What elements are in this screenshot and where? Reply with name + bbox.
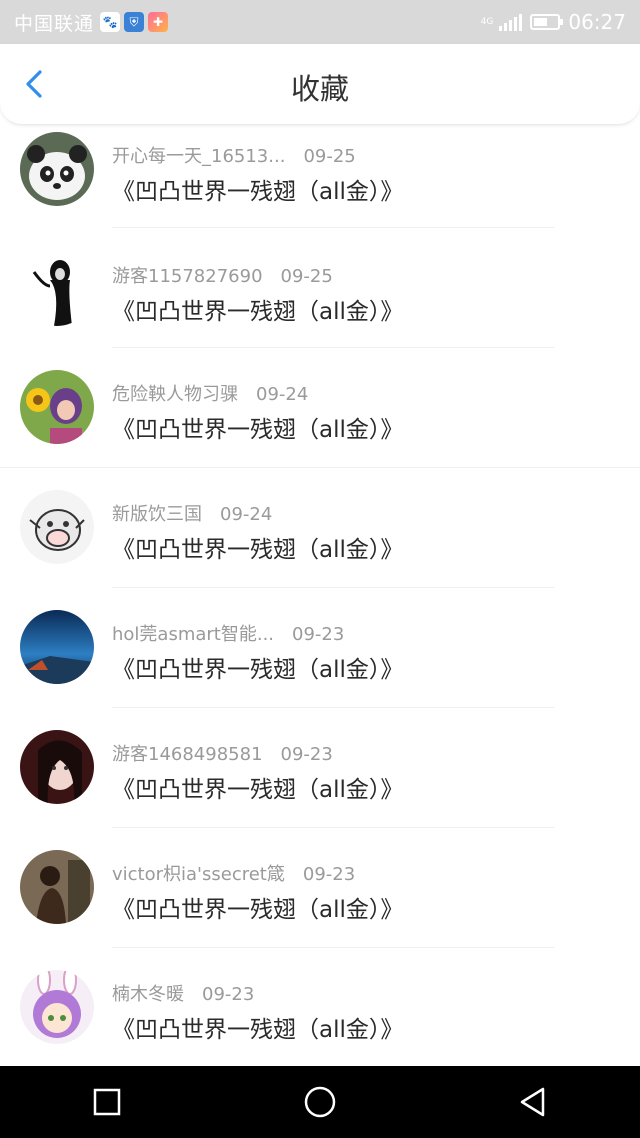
avatar xyxy=(20,730,94,804)
item-title: 《凹凸世界一残翅（all金）》 xyxy=(112,657,404,683)
avatar xyxy=(20,252,94,326)
list-item[interactable]: hol莞asmart智能... 09-23 《凹凸世界一残翅（all金）》 xyxy=(0,588,640,708)
clock: 06:27 xyxy=(568,10,626,34)
avatar xyxy=(20,370,94,444)
date: 09-24 xyxy=(256,384,309,405)
item-title: 《凹凸世界一残翅（all金）》 xyxy=(112,1017,404,1043)
user-name: victor枳ia'ssecret箴 xyxy=(112,864,285,885)
battery-level xyxy=(534,18,548,26)
date: 09-25 xyxy=(280,266,333,287)
user-name: 开心每一天_16513... xyxy=(112,146,286,167)
signal-icon xyxy=(499,13,523,31)
circle-icon xyxy=(304,1086,336,1118)
user-name: hol莞asmart智能... xyxy=(112,624,275,645)
app-header: 收藏 xyxy=(0,44,640,125)
list-item[interactable]: 开心每一天_16513... 09-25 《凹凸世界一残翅（all金）》 xyxy=(0,124,640,228)
date: 09-23 xyxy=(202,984,255,1005)
item-title: 《凹凸世界一残翅（all金）》 xyxy=(112,897,404,923)
triangle-back-icon xyxy=(521,1087,545,1117)
system-navigation-bar xyxy=(0,1066,640,1138)
list-item[interactable]: 新版饮三国 09-24 《凹凸世界一残翅（all金）》 xyxy=(0,468,640,588)
home-button[interactable] xyxy=(290,1072,350,1132)
baidu-icon: 🐾 xyxy=(100,12,121,32)
list-item[interactable]: 危险鞅人物习骒 09-24 《凹凸世界一残翅（all金）》 xyxy=(0,348,640,468)
square-icon xyxy=(93,1088,120,1116)
date: 09-23 xyxy=(280,744,333,765)
user-name: 新版饮三国 xyxy=(112,504,202,525)
shield-icon: ⛨ xyxy=(124,12,145,32)
page-title: 收藏 xyxy=(290,72,349,106)
avatar xyxy=(20,490,94,564)
user-name: 游客1157827690 xyxy=(112,266,263,287)
user-name: 楠木冬暖 xyxy=(112,984,184,1005)
date: 09-23 xyxy=(302,864,356,885)
item-title: 《凹凸世界一残翅（all金）》 xyxy=(112,179,404,205)
item-title: 《凹凸世界一残翅（all金）》 xyxy=(112,299,404,325)
item-title: 《凹凸世界一残翅（all金）》 xyxy=(112,417,404,443)
back-nav-button[interactable] xyxy=(503,1072,563,1132)
favorites-list: 开心每一天_16513... 09-25 《凹凸世界一残翅（all金）》 游客11… xyxy=(0,124,640,1068)
list-item[interactable]: victor枳ia'ssecret箴 09-23 《凹凸世界一残翅（all金）》 xyxy=(0,828,640,948)
item-title: 《凹凸世界一残翅（all金）》 xyxy=(112,777,404,803)
user-name: 危险鞅人物习骒 xyxy=(112,384,238,405)
plus-icon: ✚ xyxy=(148,12,169,32)
avatar xyxy=(20,850,94,924)
battery-icon xyxy=(530,14,564,30)
date: 09-23 xyxy=(292,624,345,645)
status-bar: 中国联通 🐾 ⛨ ✚ 4G 06:27 xyxy=(0,0,640,44)
avatar xyxy=(20,970,94,1044)
date: 09-25 xyxy=(303,146,356,167)
avatar xyxy=(20,132,94,206)
item-title: 《凹凸世界一残翅（all金）》 xyxy=(112,537,404,563)
list-item[interactable]: 游客1157827690 09-25 《凹凸世界一残翅（all金）》 xyxy=(0,228,640,348)
recent-apps-button[interactable] xyxy=(77,1072,137,1132)
list-item[interactable]: 游客1468498581 09-23 《凹凸世界一残翅（all金）》 xyxy=(0,708,640,828)
carrier-name: 中国联通 xyxy=(14,12,95,35)
user-name: 游客1468498581 xyxy=(112,744,263,765)
network-type: 4G xyxy=(480,16,494,27)
avatar xyxy=(20,610,94,684)
list-item[interactable]: 楠木冬暖 09-23 《凹凸世界一残翅（all金）》 xyxy=(0,948,640,1068)
notification-icons: 🐾 ⛨ ✚ xyxy=(100,12,169,32)
date: 09-24 xyxy=(220,504,273,525)
